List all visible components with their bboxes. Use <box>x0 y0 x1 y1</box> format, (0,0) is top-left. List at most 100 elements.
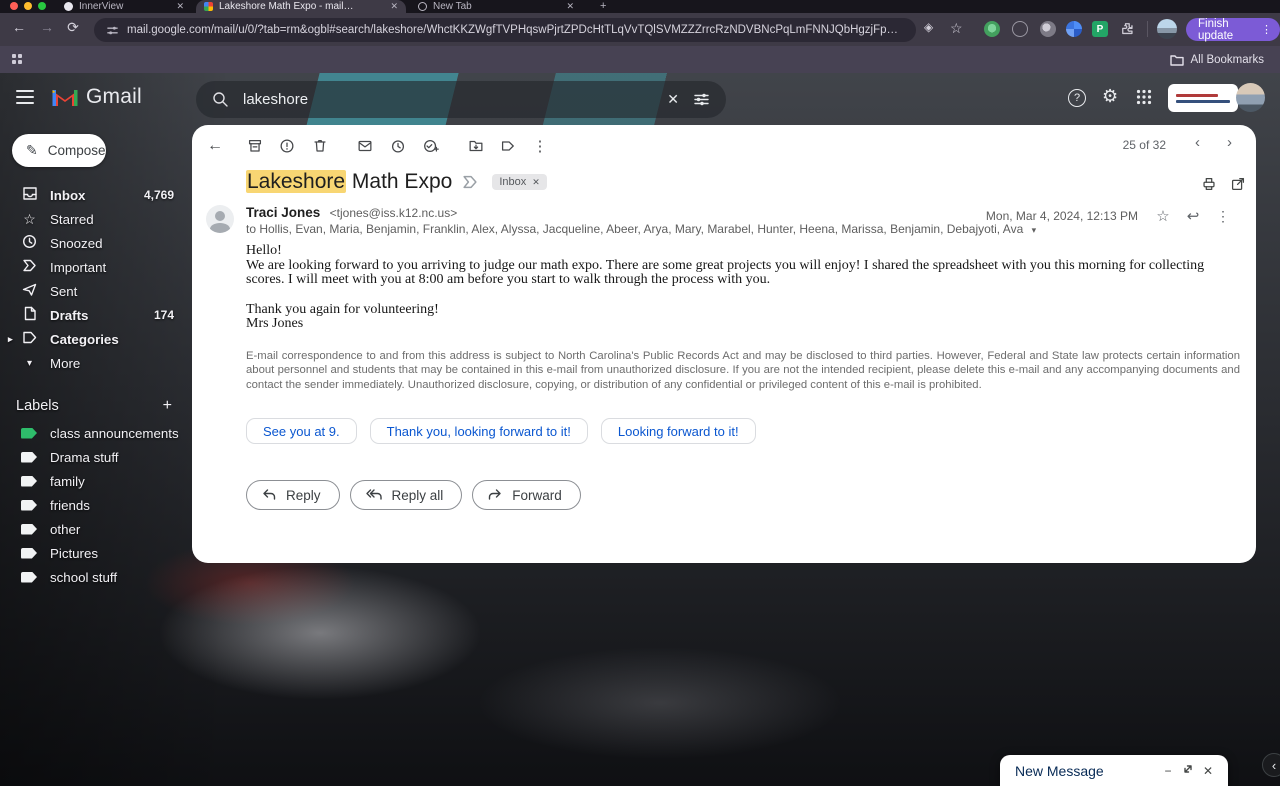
archive-icon[interactable] <box>242 133 268 159</box>
search-bar[interactable]: lakeshore ✕ <box>196 81 726 118</box>
browser-profile-avatar[interactable] <box>1157 19 1177 39</box>
message-more-icon[interactable]: ⋮ <box>1208 208 1238 225</box>
forward-button[interactable]: Forward <box>472 480 581 510</box>
open-in-new-window-icon[interactable] <box>1229 175 1247 198</box>
extension-icon-2[interactable] <box>1012 21 1028 37</box>
window-minimize-dot[interactable] <box>24 2 32 10</box>
forward-icon[interactable]: → <box>36 19 58 35</box>
label-item-family[interactable]: family <box>0 469 190 493</box>
tab-new-tab[interactable]: New Tab ✕ <box>410 0 582 13</box>
newer-email-icon[interactable]: ‹ <box>1195 134 1200 151</box>
clear-search-icon[interactable]: ✕ <box>667 91 679 108</box>
reply-all-button[interactable]: Reply all <box>349 480 463 510</box>
inbox-icon <box>21 186 38 204</box>
search-input[interactable]: lakeshore <box>243 91 653 108</box>
sidebar-item-important[interactable]: Important <box>0 255 190 279</box>
window-close-dot[interactable] <box>10 2 18 10</box>
smart-reply-2[interactable]: Thank you, looking forward to it! <box>369 418 588 444</box>
reply-all-arrow-icon <box>365 489 382 500</box>
reload-icon[interactable]: ⟳ <box>62 19 84 36</box>
back-to-list-icon[interactable]: ← <box>202 133 228 159</box>
search-icon[interactable] <box>212 91 229 108</box>
move-to-icon[interactable] <box>463 133 489 159</box>
label-item-pictures[interactable]: Pictures <box>0 541 190 565</box>
show-details-icon[interactable]: ▾ <box>1032 225 1037 235</box>
mark-unread-icon[interactable] <box>352 133 378 159</box>
remove-label-icon[interactable]: ✕ <box>532 177 540 188</box>
tab-title: InnerView <box>79 1 124 12</box>
tab-innerview[interactable]: InnerView ✕ <box>56 0 192 13</box>
sidebar-item-drafts[interactable]: Drafts 174 <box>0 303 190 327</box>
settings-gear-icon[interactable]: ⚙ <box>1102 86 1118 107</box>
tab-close-icon[interactable]: ✕ <box>176 1 184 12</box>
gmail-app: Gmail lakeshore ✕ ? ⚙ ✎ Compose Inbox 4,… <box>0 73 1280 786</box>
tab-close-icon[interactable]: ✕ <box>566 1 574 12</box>
url-bar[interactable]: mail.google.com/mail/u/0/?tab=rm&ogbl#se… <box>94 18 916 42</box>
main-menu-icon[interactable] <box>16 90 34 104</box>
school-logo-badge[interactable] <box>1168 84 1238 112</box>
star-message-icon[interactable]: ☆ <box>1148 207 1178 225</box>
chevron-down-icon: ▾ <box>26 357 33 369</box>
compose-pencil-icon: ✎ <box>26 142 38 158</box>
account-avatar[interactable] <box>1236 83 1265 112</box>
site-info-icon[interactable] <box>106 24 119 37</box>
finish-update-button[interactable]: Finish update ⋮ <box>1186 18 1280 42</box>
sidebar-item-starred[interactable]: ☆ Starred <box>0 207 190 231</box>
google-apps-grid-icon[interactable] <box>1136 89 1152 105</box>
extension-icon-3[interactable] <box>1040 21 1056 37</box>
new-tab-button[interactable]: + <box>600 0 606 13</box>
close-compose-icon[interactable]: ✕ <box>1198 764 1218 778</box>
reply-button[interactable]: Reply <box>246 480 340 510</box>
snooze-icon[interactable] <box>385 133 411 159</box>
label-item-friends[interactable]: friends <box>0 493 190 517</box>
delete-icon[interactable] <box>307 133 333 159</box>
labels-icon[interactable] <box>495 133 521 159</box>
sender-avatar[interactable] <box>206 205 234 233</box>
gmail-logo[interactable]: Gmail <box>52 85 142 109</box>
bookmark-star-icon[interactable]: ☆ <box>950 20 963 37</box>
print-icon[interactable] <box>1200 175 1218 198</box>
new-message-popup[interactable]: New Message − ✕ <box>1000 755 1228 786</box>
recipients-line[interactable]: to Hollis, Evan, Maria, Benjamin, Frankl… <box>246 222 1036 236</box>
importance-marker-icon[interactable] <box>462 175 478 189</box>
add-to-tasks-icon[interactable] <box>418 133 444 159</box>
inbox-chip[interactable]: Inbox ✕ <box>492 174 547 190</box>
extensions-puzzle-icon[interactable] <box>1120 21 1136 37</box>
reply-icon[interactable]: ↩ <box>1178 207 1208 225</box>
sidebar-item-more[interactable]: ▾ More <box>0 351 190 375</box>
side-panel-grid-icon[interactable] <box>12 54 23 65</box>
extension-icon-1[interactable] <box>984 21 1000 37</box>
smart-reply-3[interactable]: Looking forward to it! <box>600 418 756 444</box>
older-email-icon[interactable]: › <box>1227 134 1232 151</box>
smart-reply-1[interactable]: See you at 9. <box>246 418 357 444</box>
window-zoom-dot[interactable] <box>38 2 46 10</box>
site-permissions-icon[interactable]: ◈ <box>924 20 933 34</box>
sidebar-item-inbox[interactable]: Inbox 4,769 <box>0 183 190 207</box>
popout-icon[interactable] <box>1178 763 1198 778</box>
tab-strip: InnerView ✕ Lakeshore Math Expo - mail… … <box>0 0 1280 13</box>
sidebar-item-snoozed[interactable]: Snoozed <box>0 231 190 255</box>
all-bookmarks-button[interactable]: All Bookmarks <box>1169 46 1264 73</box>
more-options-icon[interactable]: ⋮ <box>527 133 553 159</box>
compose-button[interactable]: ✎ Compose <box>12 134 106 167</box>
side-panel-collapse-button[interactable]: ‹ <box>1262 753 1280 777</box>
browser-menu-dots-icon[interactable]: ⋮ <box>1261 23 1272 36</box>
report-spam-icon[interactable] <box>274 133 300 159</box>
expand-caret-icon[interactable]: ▸ <box>8 334 13 345</box>
sidebar-item-categories[interactable]: ▸ Categories <box>0 327 190 351</box>
back-icon[interactable]: ← <box>8 19 30 35</box>
minimize-icon[interactable]: − <box>1158 764 1178 778</box>
extension-icon-4[interactable] <box>1066 21 1082 37</box>
label-item-class-announcements[interactable]: class announcements <box>0 421 190 445</box>
tab-close-icon[interactable]: ✕ <box>390 1 398 12</box>
labels-title: Labels <box>16 398 59 414</box>
help-icon[interactable]: ? <box>1068 89 1086 107</box>
sidebar-item-sent[interactable]: Sent <box>0 279 190 303</box>
label-item-drama-stuff[interactable]: Drama stuff <box>0 445 190 469</box>
search-options-icon[interactable] <box>693 91 710 108</box>
label-item-other[interactable]: other <box>0 517 190 541</box>
label-item-school-stuff[interactable]: school stuff <box>0 565 190 589</box>
tab-gmail[interactable]: Lakeshore Math Expo - mail… ✕ <box>196 0 406 13</box>
extension-icon-5[interactable]: P <box>1092 21 1108 37</box>
create-label-icon[interactable]: + <box>163 397 172 415</box>
